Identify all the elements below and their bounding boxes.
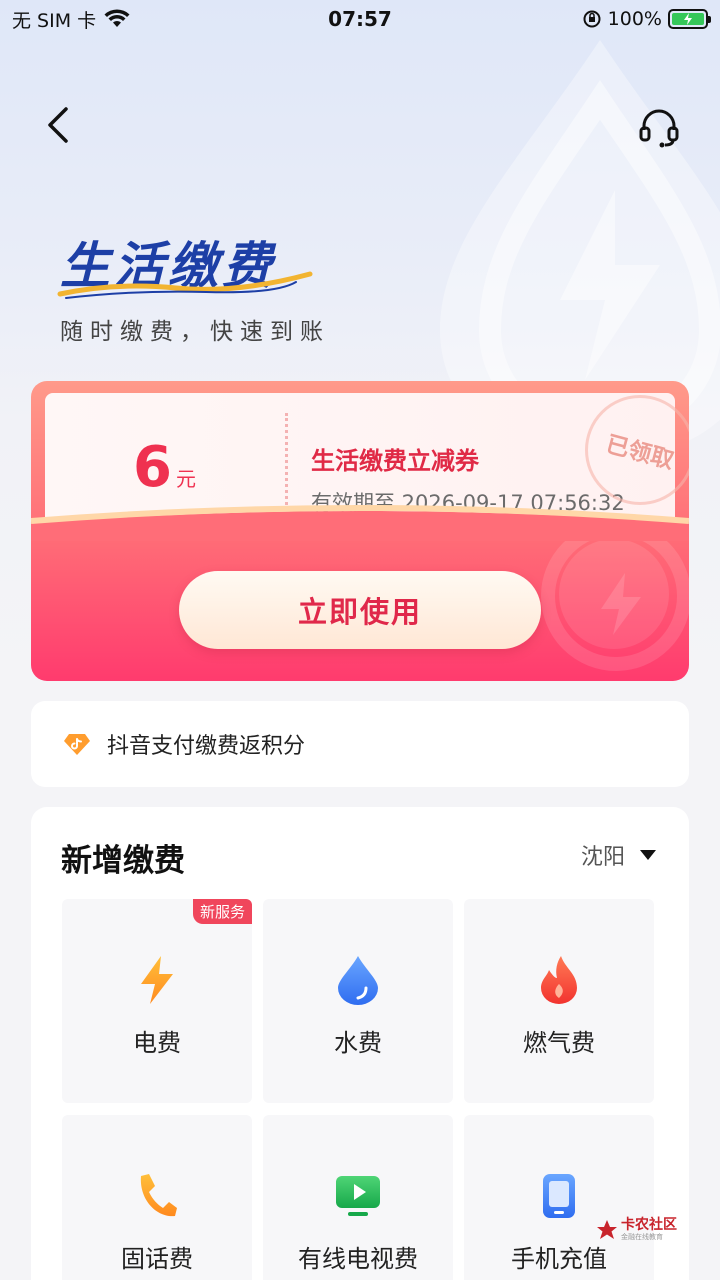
use-now-button[interactable]: 立即使用 bbox=[179, 571, 541, 649]
chevron-left-icon bbox=[48, 107, 68, 143]
wifi-icon bbox=[104, 9, 130, 27]
watermark-name: 卡农社区 bbox=[621, 1217, 677, 1233]
customer-service-button[interactable] bbox=[634, 104, 684, 150]
city-name: 沈阳 bbox=[580, 845, 625, 870]
new-payment-title: 新增缴费 bbox=[61, 843, 185, 879]
payment-item-label: 手机充值 bbox=[511, 1245, 607, 1273]
lightning-icon bbox=[130, 953, 184, 1007]
payment-item-electricity[interactable]: 新服务 电费 bbox=[62, 899, 252, 1103]
payment-item-water[interactable]: 水费 bbox=[263, 899, 453, 1103]
watermark-star-icon bbox=[597, 1220, 617, 1239]
payment-item-cable-tv[interactable]: 有线电视费 bbox=[263, 1115, 453, 1280]
caret-down-icon bbox=[640, 850, 656, 860]
payment-item-mobile-topup[interactable]: 手机充值 bbox=[464, 1115, 654, 1280]
mobile-icon bbox=[532, 1169, 586, 1223]
payment-item-landline[interactable]: 固话费 bbox=[62, 1115, 252, 1280]
flame-icon bbox=[532, 953, 586, 1007]
payment-item-gas[interactable]: 燃气费 bbox=[464, 899, 654, 1103]
coupon-title: 生活缴费立减券 bbox=[311, 447, 479, 475]
back-button[interactable] bbox=[36, 100, 80, 150]
points-promo-text: 抖音支付缴费返积分 bbox=[107, 734, 306, 759]
coupon-amount: 6 元 bbox=[133, 435, 196, 500]
carrier-label: 无 SIM 卡 bbox=[12, 9, 97, 32]
coupon-wave-decoration bbox=[31, 505, 689, 541]
water-drop-icon bbox=[331, 953, 385, 1007]
city-selector[interactable]: 沈阳 bbox=[581, 839, 657, 871]
coupon-lightning-decoration bbox=[601, 573, 641, 635]
phone-icon bbox=[130, 1169, 184, 1223]
battery-icon bbox=[668, 9, 711, 29]
coupon-card: 6 元 生活缴费立减券 有效期至 2026-09-17 07:56:32 已领取… bbox=[31, 381, 689, 681]
payment-item-label: 有线电视费 bbox=[298, 1245, 418, 1273]
new-payment-card: 新增缴费 沈阳 新服务 电费 水费 燃气费 固话费 有线电视费 手机充值 bbox=[31, 807, 689, 1280]
watermark-subtitle: 金融在线教育 bbox=[621, 1233, 663, 1241]
payment-item-label: 水费 bbox=[334, 1029, 382, 1057]
payment-item-label: 固话费 bbox=[121, 1245, 193, 1273]
orientation-lock-icon bbox=[583, 10, 601, 28]
new-service-badge: 新服务 bbox=[192, 899, 252, 924]
headset-icon bbox=[639, 109, 679, 148]
diamond-icon bbox=[64, 734, 90, 755]
payment-item-label: 电费 bbox=[133, 1029, 181, 1057]
claimed-stamp-text: 已领取 bbox=[602, 431, 676, 475]
status-bar: 无 SIM 卡 07:57 100% bbox=[0, 0, 720, 38]
claimed-stamp: 已领取 bbox=[585, 395, 689, 505]
battery-percent: 100% bbox=[607, 8, 662, 30]
coupon-amount-unit: 元 bbox=[175, 467, 196, 491]
tv-icon bbox=[331, 1169, 385, 1223]
watermark-logo: 卡农社区 金融在线教育 bbox=[596, 1218, 677, 1242]
coupon-amount-value: 6 bbox=[133, 435, 172, 500]
points-promo-bar[interactable]: 抖音支付缴费返积分 bbox=[31, 701, 689, 787]
page-subtitle: 随时缴费，快速到账 bbox=[60, 319, 330, 345]
title-underline-decoration bbox=[57, 271, 313, 299]
payment-item-label: 燃气费 bbox=[523, 1029, 595, 1057]
